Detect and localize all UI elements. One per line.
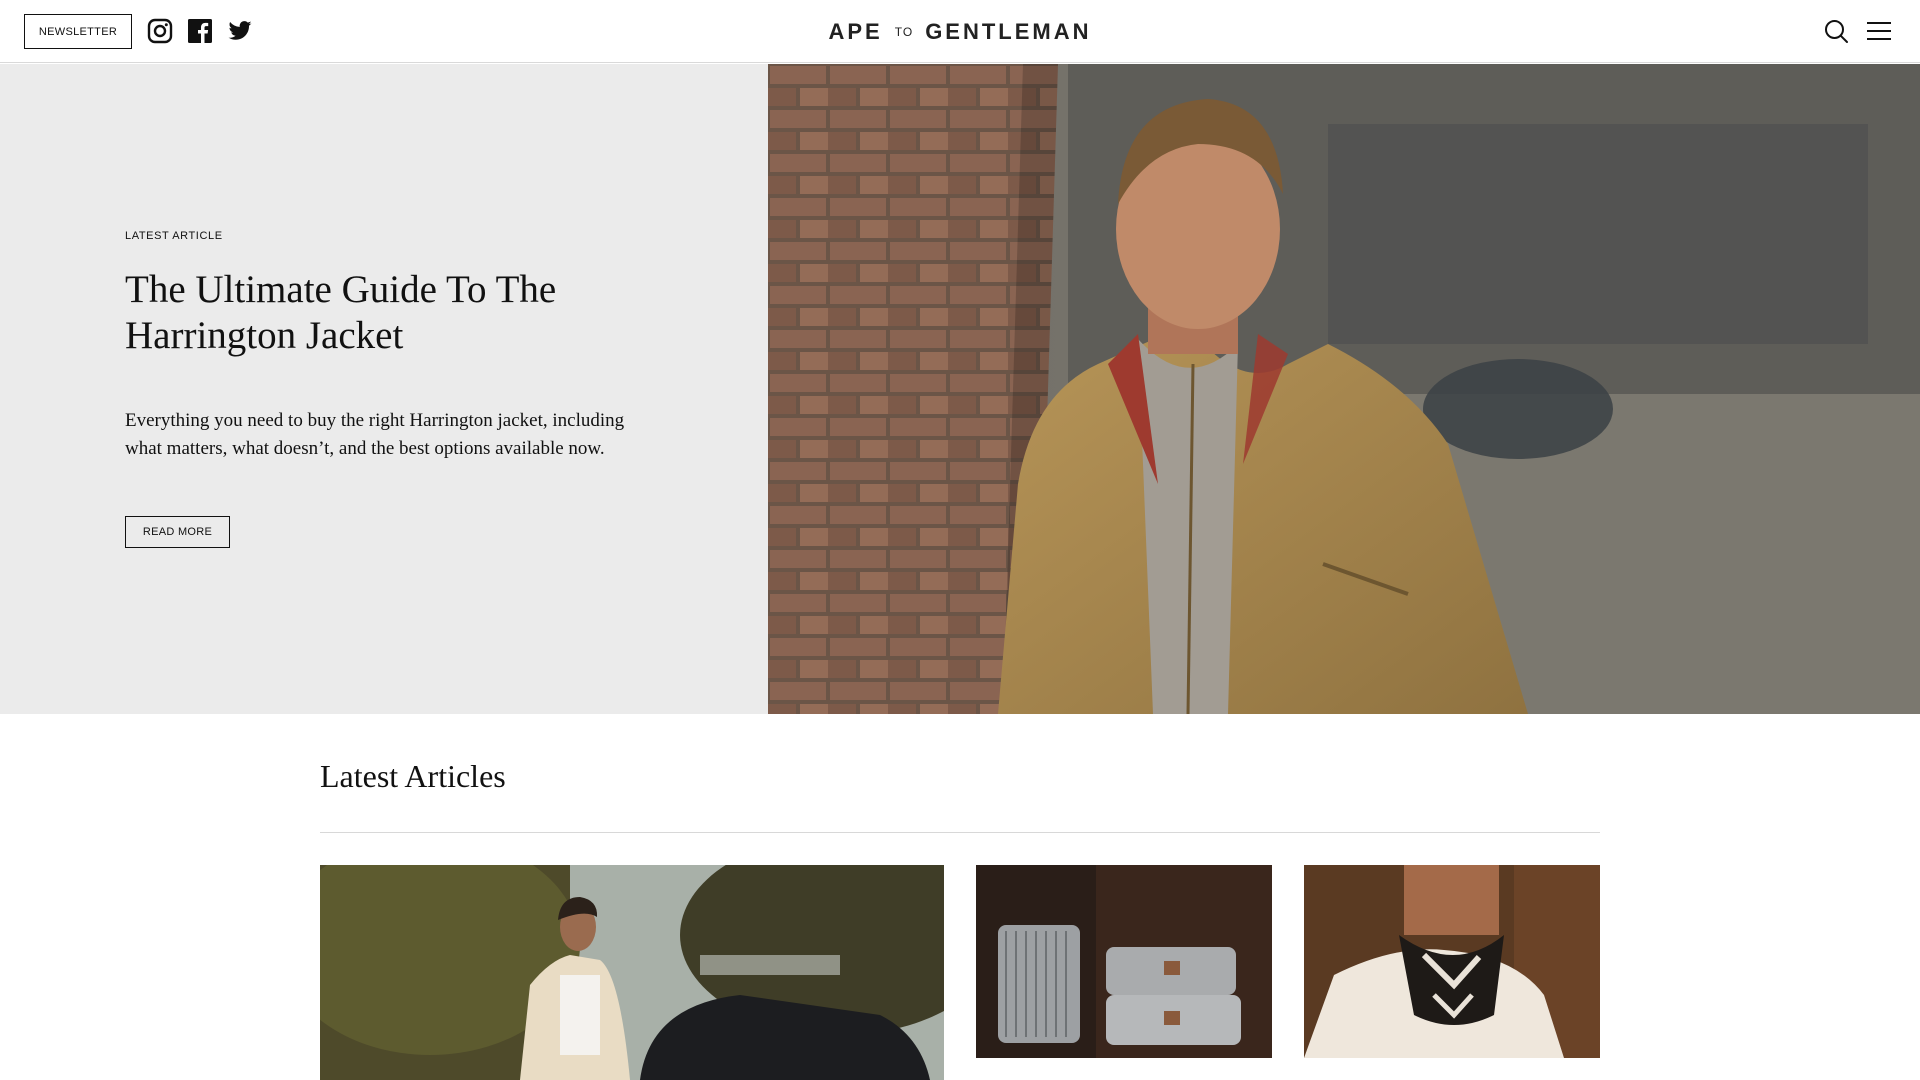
hero-eyebrow: LATEST ARTICLE (125, 230, 223, 242)
section-divider (320, 832, 1600, 833)
search-icon[interactable] (1823, 18, 1849, 44)
logo-word-to: TO (894, 24, 914, 39)
hero-text-panel: LATEST ARTICLE The Ultimate Guide To The… (0, 64, 768, 714)
article-card-image-2[interactable] (976, 865, 1272, 1058)
instagram-icon[interactable] (147, 18, 173, 44)
facebook-icon[interactable] (187, 18, 213, 44)
latest-articles-heading: Latest Articles (320, 758, 506, 794)
twitter-icon[interactable] (227, 18, 253, 44)
site-logo[interactable]: APE TO GENTLEMAN (828, 19, 1091, 45)
read-more-button[interactable]: READ MORE (125, 516, 230, 548)
newsletter-button[interactable]: NEWSLETTER (24, 14, 132, 49)
menu-icon[interactable] (1866, 18, 1892, 44)
site-header: NEWSLETTER APE TO GENTLEMAN (0, 0, 1920, 63)
article-card-image-1[interactable] (320, 865, 944, 1080)
hero-title[interactable]: The Ultimate Guide To The Harrington Jac… (125, 267, 645, 359)
article-card-image-3[interactable] (1304, 865, 1600, 1058)
hero-image[interactable] (768, 64, 1920, 714)
hero-description: Everything you need to buy the right Har… (125, 410, 625, 459)
logo-word-ape: APE (828, 18, 883, 44)
logo-word-gentleman: GENTLEMAN (925, 18, 1092, 44)
site-logo-wrap: APE TO GENTLEMAN (0, 0, 1920, 63)
